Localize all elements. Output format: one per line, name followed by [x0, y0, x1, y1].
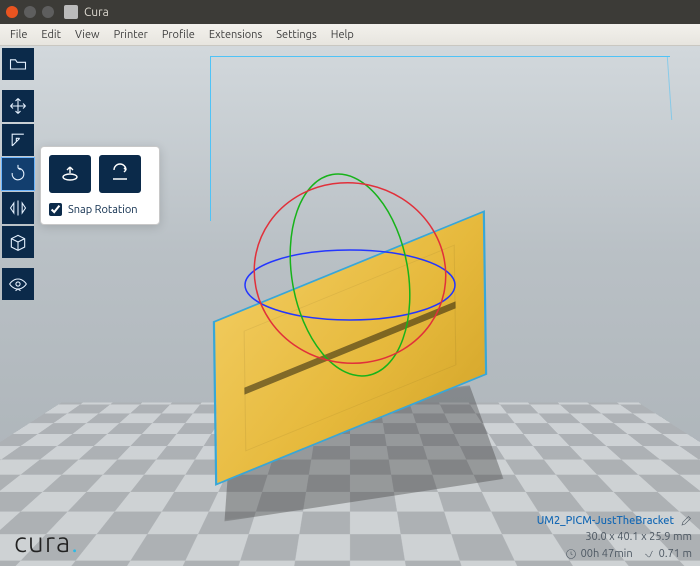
reset-rotation-icon [58, 162, 82, 186]
menu-file[interactable]: File [4, 27, 33, 43]
left-toolbar [2, 48, 34, 300]
mirror-icon [8, 198, 28, 218]
menu-printer[interactable]: Printer [108, 27, 154, 43]
snap-rotation-label: Snap Rotation [68, 204, 138, 216]
rotate-icon [8, 164, 28, 184]
job-filament-length: 0.71 m [659, 546, 692, 563]
tool-open-file[interactable] [2, 48, 34, 80]
menu-edit[interactable]: Edit [35, 27, 67, 43]
eye-icon [8, 274, 28, 294]
rotate-layflat-button[interactable] [99, 155, 141, 193]
app-icon [64, 5, 78, 19]
per-model-icon [8, 232, 28, 252]
menu-bar: File Edit View Printer Profile Extension… [0, 24, 700, 46]
tool-scale[interactable] [2, 124, 34, 156]
snap-rotation-input[interactable] [49, 203, 62, 216]
scale-icon [8, 130, 28, 150]
job-time: 00h 47min [581, 546, 633, 563]
tool-move[interactable] [2, 90, 34, 122]
brand-text: cura [14, 527, 71, 558]
rotate-panel: Snap Rotation [40, 146, 160, 225]
window-maximize-button[interactable] [42, 6, 54, 18]
job-dimensions: 30.0 x 40.1 x 25.9 mm [537, 529, 692, 546]
build-volume-edge [210, 56, 670, 57]
tool-per-model-settings[interactable] [2, 226, 34, 258]
snap-rotation-checkbox[interactable]: Snap Rotation [49, 203, 151, 216]
window-minimize-button[interactable] [24, 6, 36, 18]
folder-open-icon [8, 54, 28, 74]
brand-logo: cura. [14, 527, 79, 558]
tool-view-mode[interactable] [2, 268, 34, 300]
menu-profile[interactable]: Profile [156, 27, 201, 43]
filament-icon [643, 548, 655, 560]
move-icon [8, 96, 28, 116]
menu-extensions[interactable]: Extensions [203, 27, 268, 43]
rotate-reset-button[interactable] [49, 155, 91, 193]
brand-dot: . [71, 527, 79, 558]
window-title: Cura [84, 6, 109, 19]
model-object[interactable] [222, 253, 478, 442]
tool-mirror[interactable] [2, 192, 34, 224]
job-filename[interactable]: UM2_PICM-JustTheBracket [537, 513, 674, 530]
window-titlebar: Cura [0, 0, 700, 24]
tool-rotate[interactable] [2, 158, 34, 190]
pencil-icon[interactable] [680, 515, 692, 527]
window-close-button[interactable] [6, 6, 18, 18]
menu-view[interactable]: View [69, 27, 106, 43]
menu-settings[interactable]: Settings [270, 27, 323, 43]
build-volume-edge [210, 56, 211, 221]
build-volume-edge [667, 56, 672, 120]
lay-flat-icon [108, 162, 132, 186]
build-plate-viewport[interactable]: Snap Rotation cura. UM2_PICM-JustTheBrac… [0, 46, 700, 566]
job-info-panel: UM2_PICM-JustTheBracket 30.0 x 40.1 x 25… [537, 513, 692, 563]
menu-help[interactable]: Help [325, 27, 360, 43]
clock-icon [565, 548, 577, 560]
